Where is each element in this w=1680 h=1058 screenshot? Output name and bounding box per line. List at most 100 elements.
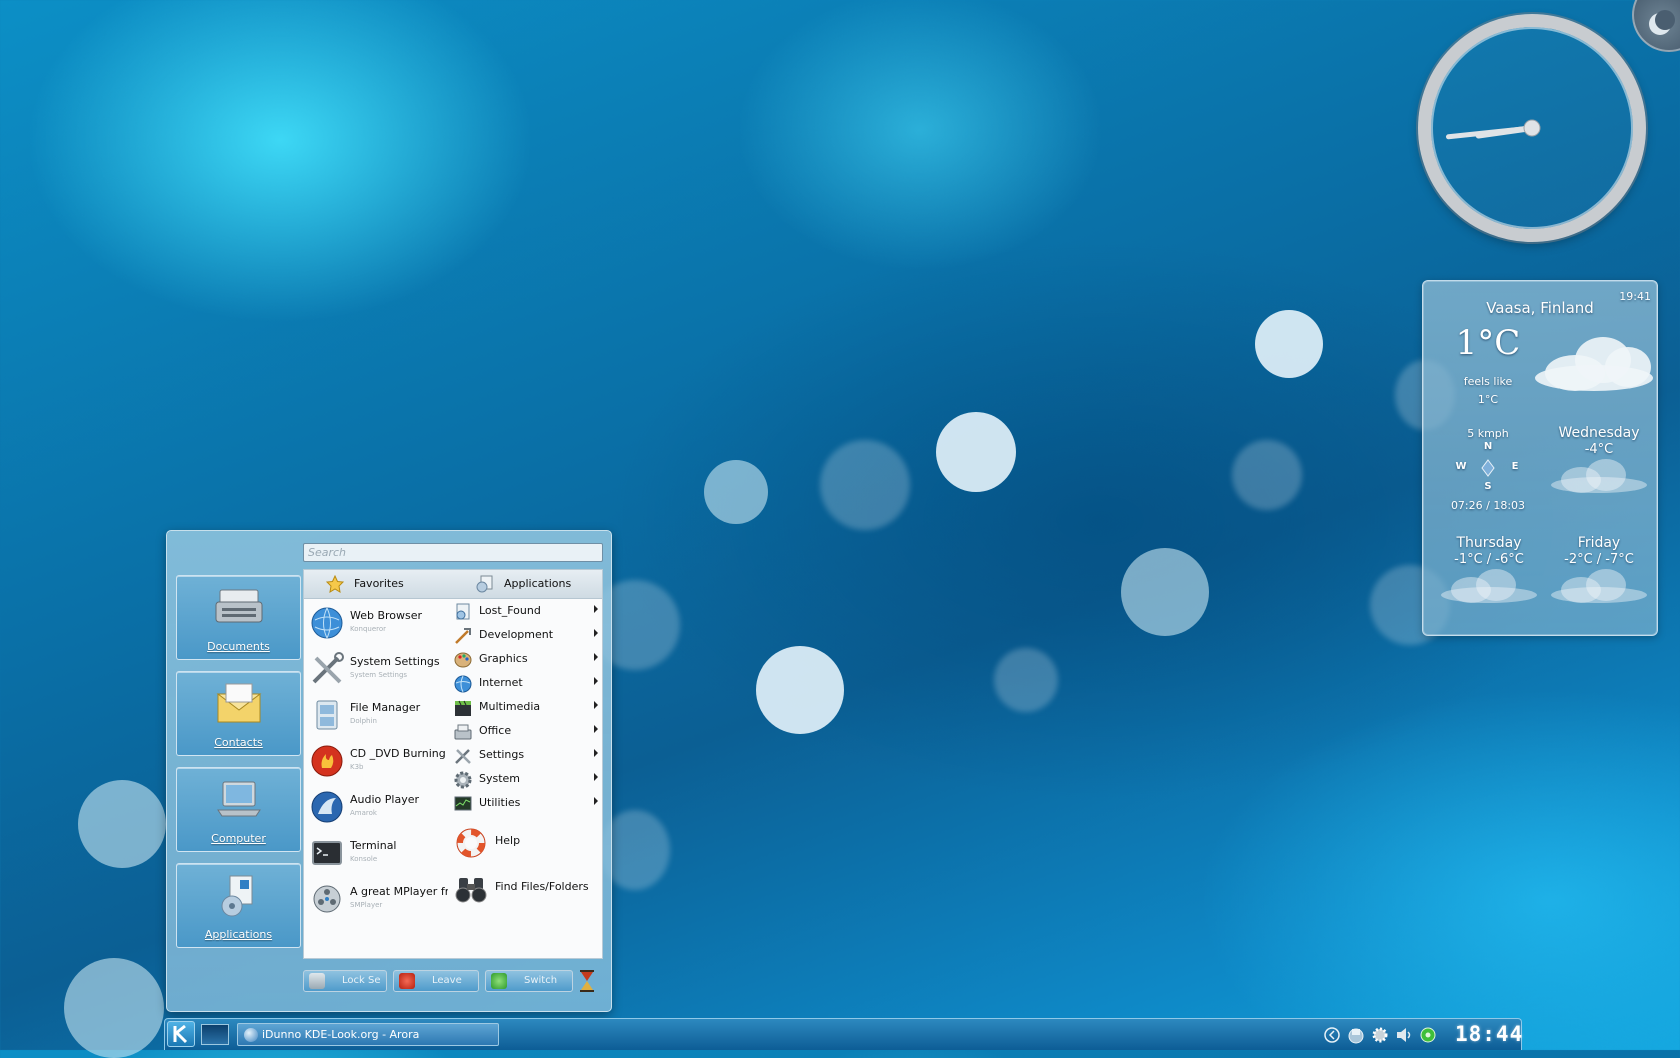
- bokeh-light: [936, 412, 1016, 492]
- globe-icon: [311, 607, 343, 639]
- forecast-temp-2: -1°C / -6°C: [1454, 552, 1524, 567]
- place-label: Applications: [204, 928, 273, 941]
- category-multimedia[interactable]: Multimedia: [454, 696, 600, 720]
- virtual-desktop-pager[interactable]: [201, 1024, 229, 1045]
- settings-tray-icon[interactable]: [1371, 1026, 1389, 1044]
- favorite-subtitle: Konsole: [350, 855, 378, 863]
- submenu-arrow-icon: [594, 725, 598, 733]
- button-label: Switch: [524, 975, 558, 986]
- kde-logo-icon: [173, 1024, 188, 1044]
- tab-applications[interactable]: Applications: [476, 570, 602, 598]
- wind-direction-icon: [1481, 459, 1495, 477]
- task-button-arora[interactable]: iDunno KDE-Look.org - Arora: [237, 1023, 499, 1046]
- palette-icon: [454, 652, 472, 668]
- category-label: Development: [479, 628, 554, 641]
- submenu-arrow-icon: [594, 797, 598, 805]
- favorite-system-settings[interactable]: System Settings System Settings: [308, 646, 448, 692]
- favorite-subtitle: System Settings: [350, 671, 408, 679]
- favorite-name: Audio Player: [350, 793, 419, 806]
- category-settings[interactable]: Settings: [454, 744, 600, 768]
- bokeh-light: [756, 646, 844, 734]
- forecast-day-3: Friday: [1577, 535, 1621, 551]
- submenu-arrow-icon: [594, 629, 598, 637]
- address-book-icon: [216, 683, 262, 723]
- hourglass-icon[interactable]: [579, 970, 595, 992]
- category-development[interactable]: Development: [454, 624, 600, 648]
- compass-s: S: [1484, 481, 1492, 492]
- category-label: Internet: [479, 676, 523, 689]
- application-launcher-button[interactable]: [167, 1021, 195, 1047]
- menu-item-find-files[interactable]: Find Files/Folders: [454, 866, 600, 912]
- category-lost-found[interactable]: Lost_Found: [454, 600, 600, 624]
- bokeh-light: [820, 440, 910, 530]
- system-monitor-icon: [454, 796, 472, 811]
- file-cabinet-icon: [316, 700, 338, 730]
- compass-n: N: [1483, 441, 1493, 452]
- favorite-smplayer[interactable]: A great MPlayer fr SMPlayer: [308, 876, 448, 922]
- favorite-file-manager[interactable]: File Manager Dolphin: [308, 692, 448, 738]
- favorite-web-browser[interactable]: Web Browser Konqueror: [308, 600, 448, 646]
- favorite-subtitle: SMPlayer: [350, 901, 383, 909]
- lock-icon: [309, 973, 325, 989]
- submenu-arrow-icon: [594, 749, 598, 757]
- digital-clock[interactable]: 18:44: [1455, 1022, 1523, 1046]
- application-launcher-menu: Documents Contacts Computer Applications: [166, 530, 612, 1012]
- feels-like-label: feels like: [1463, 375, 1513, 388]
- favorite-terminal[interactable]: Terminal Konsole: [308, 830, 448, 876]
- wolf-icon: [311, 791, 343, 823]
- favorite-cd-dvd-burning[interactable]: CD _DVD Burning K3b: [308, 738, 448, 784]
- compass-e: E: [1511, 461, 1519, 472]
- place-contacts[interactable]: Contacts: [176, 671, 301, 756]
- leave-button[interactable]: Leave: [393, 970, 479, 992]
- favorite-name: System Settings: [350, 655, 440, 668]
- favorite-audio-player[interactable]: Audio Player Amarok: [308, 784, 448, 830]
- category-label: Multimedia: [479, 700, 541, 713]
- task-title: iDunno KDE-Look.org - Arora: [262, 1028, 420, 1041]
- network-icon[interactable]: [1347, 1026, 1365, 1044]
- burning-disc-icon: [311, 745, 343, 777]
- place-label: Computer: [211, 832, 266, 845]
- tab-favorites[interactable]: Favorites: [326, 570, 456, 598]
- bokeh-light: [78, 780, 166, 868]
- arrow-left-icon[interactable]: [1323, 1026, 1341, 1044]
- browser-icon: [244, 1028, 258, 1042]
- wind-speed: 5 kmph: [1467, 427, 1509, 440]
- place-computer[interactable]: Computer: [176, 767, 301, 852]
- analog-clock: [1418, 14, 1646, 242]
- lifebuoy-icon: [456, 828, 486, 858]
- category-graphics[interactable]: Graphics: [454, 648, 600, 672]
- submenu-arrow-icon: [594, 677, 598, 685]
- favorite-name: File Manager: [350, 701, 421, 714]
- category-utilities[interactable]: Utilities: [454, 792, 600, 816]
- feels-like-value: 1°C: [1477, 393, 1499, 406]
- button-label: Leave: [432, 975, 462, 986]
- applications-tab-icon: [476, 575, 493, 593]
- search-input[interactable]: [303, 543, 603, 562]
- status-indicator-icon[interactable]: [1419, 1026, 1437, 1044]
- taskbar-panel: iDunno KDE-Look.org - Arora 18:44: [164, 1018, 1522, 1050]
- menu-tab-bar: Favorites Applications: [304, 570, 602, 599]
- cloud-icon: [1441, 567, 1541, 607]
- forecast-temp-3: -2°C / -7°C: [1564, 552, 1634, 567]
- weather-widget: 19:41 Vaasa, Finland 1°C feels like 1°C …: [1422, 280, 1658, 636]
- category-system[interactable]: System: [454, 768, 600, 792]
- category-office[interactable]: Office: [454, 720, 600, 744]
- forecast-day-1: Wednesday: [1558, 425, 1640, 441]
- sunrise-sunset: 07:26 / 18:03: [1450, 499, 1526, 512]
- place-applications[interactable]: Applications: [176, 863, 301, 948]
- favorite-name: A great MPlayer fr: [350, 885, 448, 898]
- category-internet[interactable]: Internet: [454, 672, 600, 696]
- volume-icon[interactable]: [1395, 1026, 1413, 1044]
- switch-user-button[interactable]: Switch: [485, 970, 573, 992]
- cloud-icon: [1535, 325, 1655, 395]
- button-label: Lock Se: [342, 975, 381, 986]
- bokeh-light: [1232, 440, 1302, 510]
- menu-item-help[interactable]: Help: [454, 820, 600, 866]
- current-temperature: 1°C: [1455, 323, 1521, 363]
- typewriter-icon: [215, 589, 263, 623]
- submenu-arrow-icon: [594, 605, 598, 613]
- lock-session-button[interactable]: Lock Se: [303, 970, 387, 992]
- favorite-subtitle: K3b: [350, 763, 364, 771]
- tab-label: Favorites: [354, 577, 404, 590]
- place-documents[interactable]: Documents: [176, 575, 301, 660]
